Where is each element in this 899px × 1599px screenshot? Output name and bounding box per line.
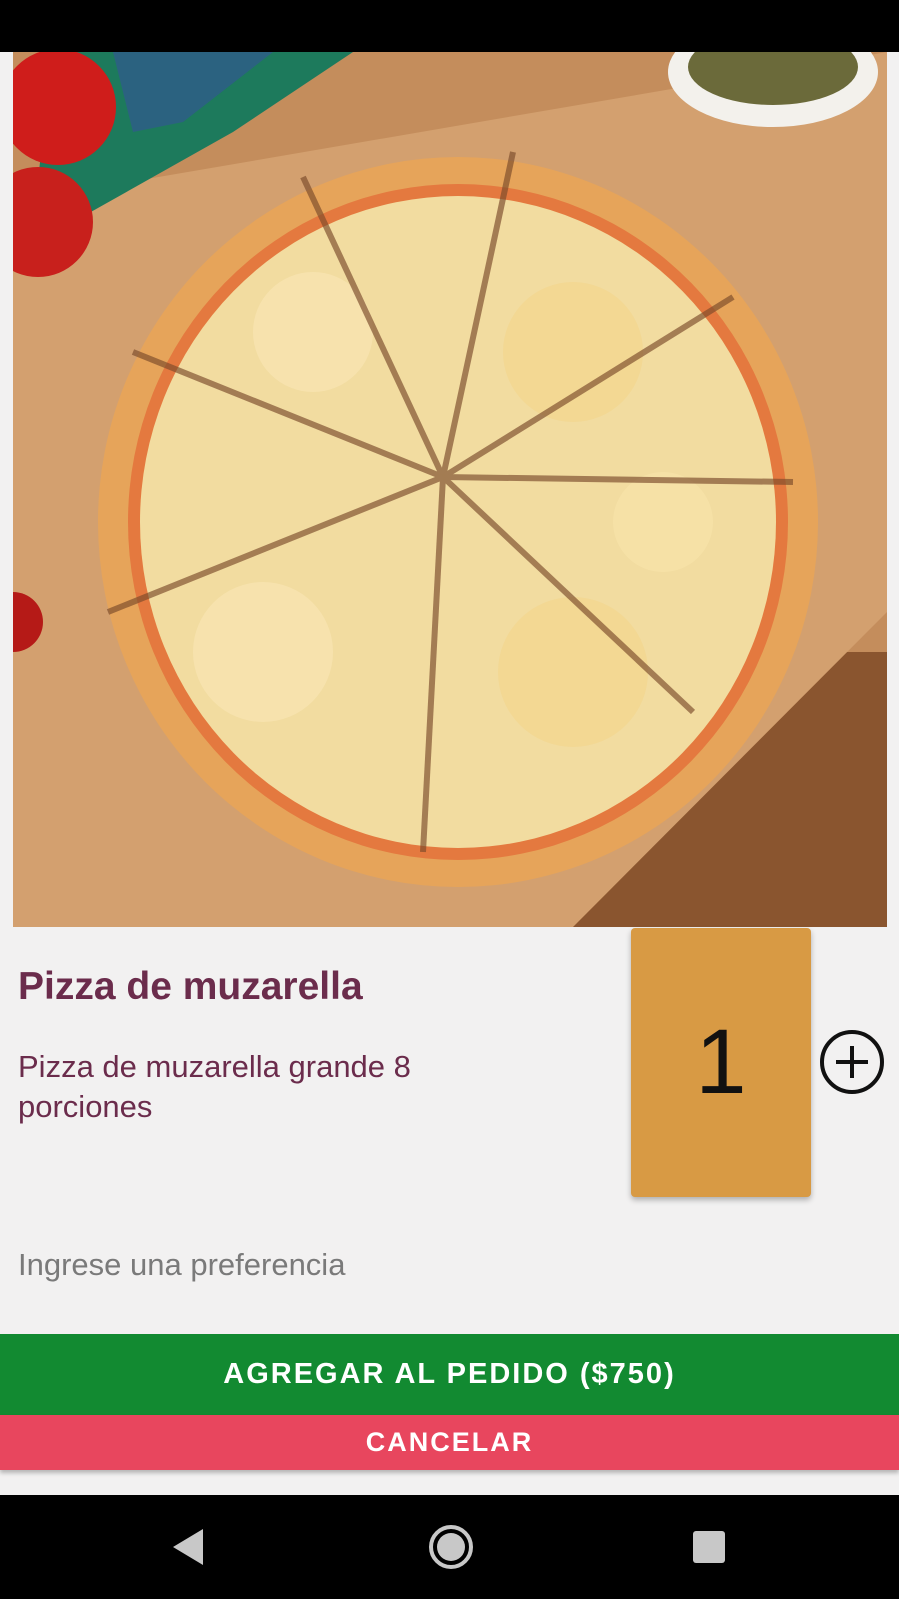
preference-input[interactable] <box>18 1240 878 1290</box>
product-title: Pizza de muzarella <box>18 965 363 1008</box>
recents-button[interactable] <box>685 1523 733 1571</box>
back-triangle-icon <box>173 1529 203 1565</box>
back-button[interactable] <box>165 1523 213 1571</box>
navigation-bar <box>0 1495 899 1599</box>
status-bar <box>0 0 899 52</box>
add-to-order-button[interactable]: AGREGAR AL PEDIDO ($750) <box>0 1334 899 1415</box>
plus-circle-icon <box>820 1030 884 1094</box>
quantity-value: 1 <box>695 1011 747 1113</box>
home-circle-icon <box>429 1525 473 1569</box>
quantity-display: 1 <box>631 928 811 1197</box>
home-button[interactable] <box>427 1523 475 1571</box>
cancel-button[interactable]: CANCELAR <box>0 1415 899 1470</box>
recents-square-icon <box>693 1531 725 1563</box>
product-image <box>13 52 887 927</box>
product-description: Pizza de muzarella grande 8 porciones <box>18 1049 411 1124</box>
increase-quantity-button[interactable] <box>820 1030 884 1094</box>
